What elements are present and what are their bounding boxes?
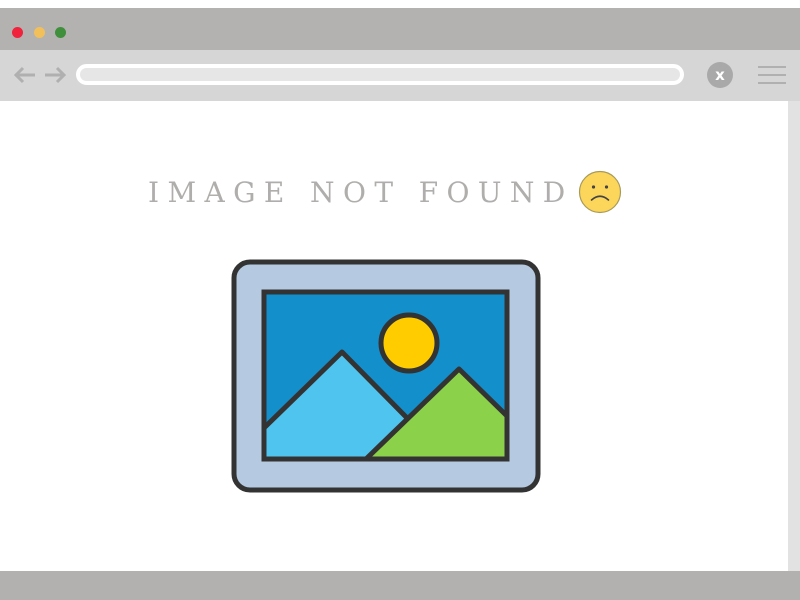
vertical-scrollbar[interactable] xyxy=(788,101,800,571)
hamburger-icon-line xyxy=(758,82,786,84)
browser-toolbar: x xyxy=(0,50,800,101)
minimize-window-button[interactable] xyxy=(34,27,45,38)
sun-icon xyxy=(378,312,440,374)
hamburger-icon-line xyxy=(758,66,786,68)
bottom-bar xyxy=(0,571,800,600)
back-button[interactable] xyxy=(12,62,38,88)
arrow-right-icon xyxy=(45,66,67,84)
stop-button[interactable]: x xyxy=(707,62,733,88)
menu-button[interactable] xyxy=(758,64,786,86)
error-message: IMAGE NOT FOUND xyxy=(148,175,574,209)
image-placeholder-icon xyxy=(231,259,541,493)
zoom-window-button[interactable] xyxy=(55,27,66,38)
address-bar[interactable] xyxy=(76,64,684,85)
arrow-left-icon xyxy=(13,66,35,84)
error-message-row: IMAGE NOT FOUND xyxy=(148,168,622,216)
forward-button[interactable] xyxy=(42,62,68,88)
close-window-button[interactable] xyxy=(12,27,23,38)
title-bar xyxy=(0,8,800,50)
browser-window: x IMAGE NOT FOUND xyxy=(0,0,800,600)
sad-face-icon xyxy=(578,170,621,214)
hamburger-icon-line xyxy=(758,74,786,76)
